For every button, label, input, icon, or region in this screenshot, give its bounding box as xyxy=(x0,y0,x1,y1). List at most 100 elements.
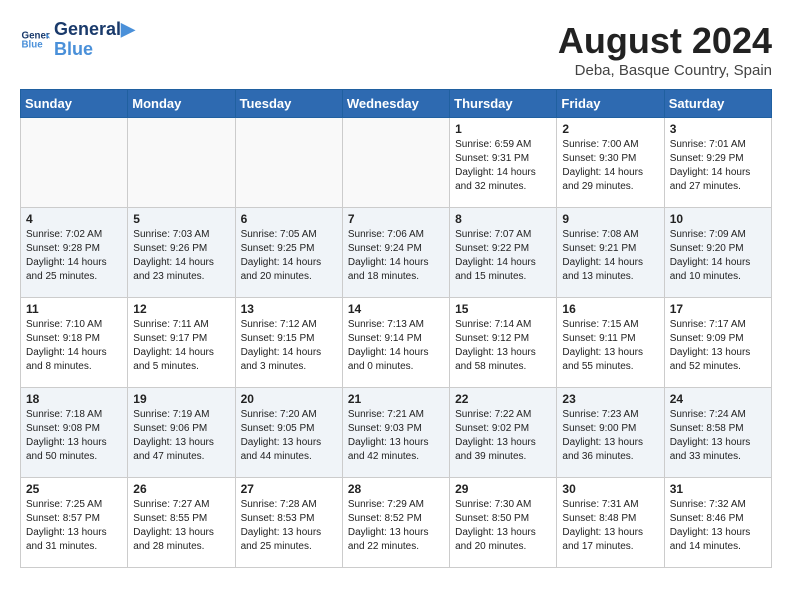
day-number: 30 xyxy=(562,482,658,496)
day-details: Sunrise: 7:22 AMSunset: 9:02 PMDaylight:… xyxy=(455,408,551,464)
logo-icon: General Blue xyxy=(20,25,50,55)
logo-text-line1: General▶ xyxy=(54,20,135,40)
calendar-cell: 18Sunrise: 7:18 AMSunset: 9:08 PMDayligh… xyxy=(21,388,128,478)
title-section: August 2024 Deba, Basque Country, Spain xyxy=(558,20,772,79)
calendar-cell xyxy=(128,118,235,208)
calendar-cell: 30 Sunrise: 7:31 AMSunset: 8:48 PMDayligh… xyxy=(557,478,664,568)
calendar-cell xyxy=(235,118,342,208)
day-details: Sunrise: 7:17 AMSunset: 9:09 PMDaylight:… xyxy=(670,318,766,374)
day-details: Sunrise: 7:06 AMSunset: 9:24 PMDaylight:… xyxy=(348,228,444,284)
day-number: 17 xyxy=(670,302,766,316)
calendar-cell: 12 Sunrise: 7:11 AMSunset: 9:17 PMDayligh… xyxy=(128,298,235,388)
calendar-week-row: 1Sunrise: 6:59 AMSunset: 9:31 PMDaylight… xyxy=(21,118,772,208)
day-number: 10 xyxy=(670,212,766,226)
day-number: 12 xyxy=(133,302,229,316)
calendar-cell: 22 Sunrise: 7:22 AMSunset: 9:02 PMDayligh… xyxy=(450,388,557,478)
calendar-cell xyxy=(342,118,449,208)
page-header: General Blue General▶ Blue August 2024 D… xyxy=(20,20,772,79)
day-details: Sunrise: 7:24 AMSunset: 8:58 PMDaylight:… xyxy=(670,408,766,464)
day-number: 14 xyxy=(348,302,444,316)
month-year-title: August 2024 xyxy=(558,20,772,62)
day-details: Sunrise: 7:28 AMSunset: 8:53 PMDaylight:… xyxy=(241,498,337,554)
calendar-cell: 1Sunrise: 6:59 AMSunset: 9:31 PMDaylight… xyxy=(450,118,557,208)
day-details: Sunrise: 7:08 AMSunset: 9:21 PMDaylight:… xyxy=(562,228,658,284)
calendar-cell: 14Sunrise: 7:13 AMSunset: 9:14 PMDayligh… xyxy=(342,298,449,388)
day-number: 16 xyxy=(562,302,658,316)
calendar-cell: 26Sunrise: 7:27 AMSunset: 8:55 PMDayligh… xyxy=(128,478,235,568)
day-number: 4 xyxy=(26,212,122,226)
day-details: Sunrise: 7:18 AMSunset: 9:08 PMDaylight:… xyxy=(26,408,122,464)
calendar-cell: 8 Sunrise: 7:07 AMSunset: 9:22 PMDaylight… xyxy=(450,208,557,298)
day-details: Sunrise: 7:10 AMSunset: 9:18 PMDaylight:… xyxy=(26,318,122,374)
day-details: Sunrise: 7:20 AMSunset: 9:05 PMDaylight:… xyxy=(241,408,337,464)
day-number: 22 xyxy=(455,392,551,406)
location-subtitle: Deba, Basque Country, Spain xyxy=(558,62,772,79)
calendar-cell: 6 Sunrise: 7:05 AMSunset: 9:25 PMDaylight… xyxy=(235,208,342,298)
calendar-week-row: 4 Sunrise: 7:02 AMSunset: 9:28 PMDaylight… xyxy=(21,208,772,298)
day-details: Sunrise: 7:21 AMSunset: 9:03 PMDaylight:… xyxy=(348,408,444,464)
day-number: 21 xyxy=(348,392,444,406)
calendar-cell: 4 Sunrise: 7:02 AMSunset: 9:28 PMDaylight… xyxy=(21,208,128,298)
day-number: 27 xyxy=(241,482,337,496)
calendar-cell: 3 Sunrise: 7:01 AMSunset: 9:29 PMDaylight… xyxy=(664,118,771,208)
day-number: 7 xyxy=(348,212,444,226)
day-details: Sunrise: 7:23 AMSunset: 9:00 PMDaylight:… xyxy=(562,408,658,464)
day-details: Sunrise: 7:11 AMSunset: 9:17 PMDaylight:… xyxy=(133,318,229,374)
day-number: 26 xyxy=(133,482,229,496)
day-details: Sunrise: 7:02 AMSunset: 9:28 PMDaylight:… xyxy=(26,228,122,284)
calendar-cell: 16 Sunrise: 7:15 AMSunset: 9:11 PMDayligh… xyxy=(557,298,664,388)
day-details: Sunrise: 7:05 AMSunset: 9:25 PMDaylight:… xyxy=(241,228,337,284)
calendar-week-row: 18Sunrise: 7:18 AMSunset: 9:08 PMDayligh… xyxy=(21,388,772,478)
calendar-table: Sunday Monday Tuesday Wednesday Thursday… xyxy=(20,89,772,568)
calendar-cell: 7 Sunrise: 7:06 AMSunset: 9:24 PMDaylight… xyxy=(342,208,449,298)
calendar-cell: 29 Sunrise: 7:30 AMSunset: 8:50 PMDayligh… xyxy=(450,478,557,568)
day-number: 19 xyxy=(133,392,229,406)
day-details: Sunrise: 7:29 AMSunset: 8:52 PMDaylight:… xyxy=(348,498,444,554)
day-number: 1 xyxy=(455,122,551,136)
day-number: 15 xyxy=(455,302,551,316)
calendar-cell: 15 Sunrise: 7:14 AMSunset: 9:12 PMDayligh… xyxy=(450,298,557,388)
header-monday: Monday xyxy=(128,90,235,118)
calendar-cell: 9 Sunrise: 7:08 AMSunset: 9:21 PMDaylight… xyxy=(557,208,664,298)
logo-text-line2: Blue xyxy=(54,40,135,60)
calendar-cell: 21 Sunrise: 7:21 AMSunset: 9:03 PMDayligh… xyxy=(342,388,449,478)
day-details: Sunrise: 7:32 AMSunset: 8:46 PMDaylight:… xyxy=(670,498,766,554)
header-saturday: Saturday xyxy=(664,90,771,118)
day-details: Sunrise: 7:25 AMSunset: 8:57 PMDaylight:… xyxy=(26,498,122,554)
day-number: 11 xyxy=(26,302,122,316)
day-number: 8 xyxy=(455,212,551,226)
calendar-cell: 28Sunrise: 7:29 AMSunset: 8:52 PMDayligh… xyxy=(342,478,449,568)
svg-text:Blue: Blue xyxy=(22,39,44,50)
day-details: Sunrise: 7:07 AMSunset: 9:22 PMDaylight:… xyxy=(455,228,551,284)
calendar-cell: 5Sunrise: 7:03 AMSunset: 9:26 PMDaylight… xyxy=(128,208,235,298)
day-number: 9 xyxy=(562,212,658,226)
day-number: 23 xyxy=(562,392,658,406)
day-number: 13 xyxy=(241,302,337,316)
day-details: Sunrise: 7:00 AMSunset: 9:30 PMDaylight:… xyxy=(562,138,658,194)
day-details: Sunrise: 7:15 AMSunset: 9:11 PMDaylight:… xyxy=(562,318,658,374)
calendar-cell: 10 Sunrise: 7:09 AMSunset: 9:20 PMDayligh… xyxy=(664,208,771,298)
day-details: Sunrise: 7:14 AMSunset: 9:12 PMDaylight:… xyxy=(455,318,551,374)
day-number: 2 xyxy=(562,122,658,136)
day-number: 3 xyxy=(670,122,766,136)
weekday-header-row: Sunday Monday Tuesday Wednesday Thursday… xyxy=(21,90,772,118)
calendar-cell: 23 Sunrise: 7:23 AMSunset: 9:00 PMDayligh… xyxy=(557,388,664,478)
day-details: Sunrise: 7:31 AMSunset: 8:48 PMDaylight:… xyxy=(562,498,658,554)
day-details: Sunrise: 7:30 AMSunset: 8:50 PMDaylight:… xyxy=(455,498,551,554)
calendar-cell: 17 Sunrise: 7:17 AMSunset: 9:09 PMDayligh… xyxy=(664,298,771,388)
header-wednesday: Wednesday xyxy=(342,90,449,118)
day-number: 6 xyxy=(241,212,337,226)
logo: General Blue General▶ Blue xyxy=(20,20,135,60)
day-details: Sunrise: 7:09 AMSunset: 9:20 PMDaylight:… xyxy=(670,228,766,284)
calendar-cell: 31Sunrise: 7:32 AMSunset: 8:46 PMDayligh… xyxy=(664,478,771,568)
day-number: 24 xyxy=(670,392,766,406)
calendar-week-row: 25Sunrise: 7:25 AMSunset: 8:57 PMDayligh… xyxy=(21,478,772,568)
calendar-cell: 20Sunrise: 7:20 AMSunset: 9:05 PMDayligh… xyxy=(235,388,342,478)
day-details: Sunrise: 7:01 AMSunset: 9:29 PMDaylight:… xyxy=(670,138,766,194)
calendar-week-row: 11 Sunrise: 7:10 AMSunset: 9:18 PMDayligh… xyxy=(21,298,772,388)
calendar-cell: 25Sunrise: 7:25 AMSunset: 8:57 PMDayligh… xyxy=(21,478,128,568)
header-tuesday: Tuesday xyxy=(235,90,342,118)
calendar-cell xyxy=(21,118,128,208)
header-thursday: Thursday xyxy=(450,90,557,118)
day-number: 29 xyxy=(455,482,551,496)
